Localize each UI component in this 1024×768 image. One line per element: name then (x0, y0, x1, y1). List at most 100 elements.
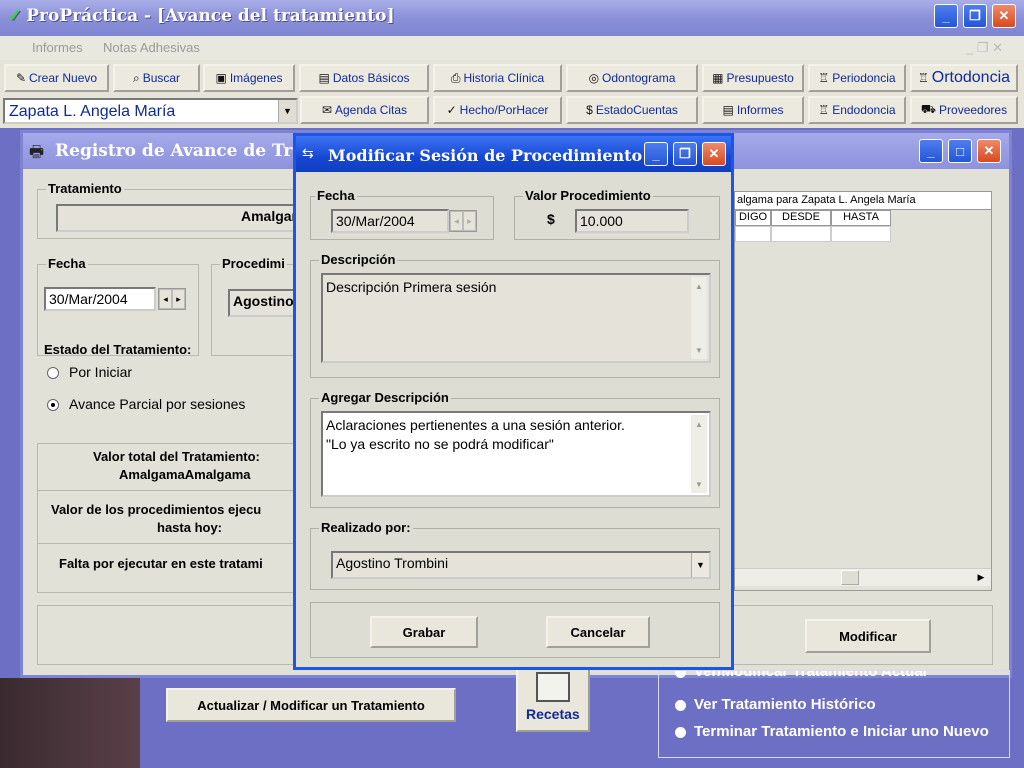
prescription-icon (536, 672, 570, 702)
crear-nuevo-button[interactable]: ✎ Crear Nuevo (4, 64, 109, 92)
procedimientos-grid: algama para Zapata L. Angela María DIGO … (734, 191, 992, 591)
radio-por-iniciar[interactable] (47, 367, 59, 379)
camera-icon: ▣ (215, 71, 227, 85)
close-button[interactable]: ✕ (992, 4, 1016, 28)
menu-informes[interactable]: Informes (32, 40, 83, 55)
binoculars-icon: ⌕ (132, 70, 140, 85)
historia-clinica-button[interactable]: ⎙ Historia Clínica (433, 64, 562, 92)
scroll-down-icon: ▼ (695, 479, 703, 489)
printer-icon: 🖶 (29, 144, 45, 161)
actions-group-left (37, 605, 315, 665)
dialog-valor-group: Valor Procedimiento $ 10.000 (514, 188, 720, 240)
informes-button[interactable]: ▤ Informes (702, 96, 804, 124)
checkmark-icon: ✓ (446, 103, 457, 117)
fecha-spinner[interactable]: ◂ ▸ (158, 288, 186, 310)
chevron-down-icon[interactable]: ▼ (278, 100, 296, 122)
grid-hscrollbar[interactable]: ▶ (735, 568, 991, 586)
dialog-realizado-group: Realizado por: Agostino Trombini ▼ (310, 520, 720, 590)
registro-close-button[interactable]: ✕ (977, 139, 1001, 163)
mdi-controls[interactable]: _ ❐ ✕ (966, 40, 1003, 56)
odontograma-button[interactable]: ◎ Odontograma (566, 64, 698, 92)
dialog-title: Modificar Sesión de Procedimiento (328, 146, 643, 165)
agregar-descripcion-textarea[interactable]: Aclaraciones pertienentes a una sesión a… (321, 411, 711, 497)
minimize-button[interactable]: _ (934, 4, 958, 28)
registro-minimize-button[interactable]: _ (919, 139, 943, 163)
printer-icon: ⎙ (450, 70, 461, 85)
agregar-scrollbar[interactable]: ▲ ▼ (691, 415, 707, 493)
descripcion-scrollbar[interactable]: ▲ ▼ (691, 277, 707, 359)
patient-name: Zapata L. Angela María (9, 103, 176, 120)
opt-terminar-tratamiento[interactable]: Terminar Tratamiento e Iniciar uno Nuevo (675, 723, 989, 740)
dialog-minimize-button[interactable]: _ (644, 142, 668, 166)
scroll-thumb[interactable] (841, 570, 859, 585)
tratamiento-label: Tratamiento (46, 181, 124, 196)
fecha-label: Fecha (46, 256, 88, 271)
dialog-restore-button[interactable]: ❐ (673, 142, 697, 166)
ortodoncia-button[interactable]: ♖ Ortodoncia (910, 64, 1018, 92)
card-icon: ▤ (318, 71, 330, 85)
procedimiento-group: Procedimi Agostino (211, 256, 308, 356)
modificar-button[interactable]: Modificar (805, 619, 931, 653)
registro-maximize-button[interactable]: □ (948, 139, 972, 163)
truck-icon: ⛟ (920, 102, 937, 116)
procedimiento-label: Procedimi (220, 256, 287, 271)
recetas-label: Recetas (526, 706, 580, 722)
valor-total-label: Valor total del Tratamiento: (93, 449, 260, 464)
radio-icon (675, 671, 686, 678)
radio-icon (675, 726, 686, 738)
dialog-close-button[interactable]: ✕ (702, 142, 726, 166)
dialog-descripcion-group: Descripción Descripción Primera sesión ▲… (310, 252, 720, 378)
por-iniciar-label: Por Iniciar (69, 364, 133, 380)
falta-ejecutar-label: Falta por ejecutar en este tratami (59, 556, 263, 571)
grid-title: algama para Zapata L. Angela María (735, 192, 991, 210)
agenda-citas-button[interactable]: ✉ Agenda Citas (300, 96, 429, 124)
radio-icon (675, 699, 686, 711)
dialog-fecha-spinner[interactable]: ◂ ▸ (449, 210, 477, 232)
buscar-button[interactable]: ⌕ Buscar (113, 64, 200, 92)
fecha-field[interactable]: 30/Mar/2004 (44, 287, 156, 311)
scroll-right-icon[interactable]: ▶ (973, 570, 989, 585)
periodoncia-button[interactable]: ♖ Periodoncia (808, 64, 906, 92)
estado-cuentas-button[interactable]: $ EstadoCuentas (566, 96, 698, 124)
dialog-valor-field: 10.000 (575, 209, 689, 233)
hasta-hoy-label: hasta hoy: (157, 520, 223, 535)
dialog-titlebar: ⇆ Modificar Sesión de Procedimiento _ ❐ … (296, 136, 731, 172)
dialog-descripcion-label: Descripción (319, 252, 398, 267)
background-photo (0, 678, 140, 768)
grid-header-codigo: DIGO (735, 210, 771, 226)
dialog-agregar-label: Agregar Descripción (319, 390, 451, 405)
endodoncia-button[interactable]: ♖ Endodoncia (808, 96, 906, 124)
presupuesto-button[interactable]: ▦ Presupuesto (702, 64, 804, 92)
realizado-por-select[interactable]: Agostino Trombini ▼ (331, 551, 711, 579)
restore-button[interactable]: ❐ (963, 4, 987, 28)
pen-icon: ✎ (15, 71, 27, 85)
cancelar-button[interactable]: Cancelar (546, 616, 650, 648)
datos-basicos-button[interactable]: ▤ Datos Básicos (299, 64, 429, 92)
calculator-icon: ▦ (712, 71, 724, 85)
chevron-down-icon[interactable]: ▼ (691, 553, 709, 577)
descripcion-textarea[interactable]: Descripción Primera sesión ▲ ▼ (321, 273, 711, 363)
tooth-icon: ♖ (818, 71, 830, 85)
app-title: ✓ ProPráctica - [Avance del tratamiento] (8, 6, 395, 26)
estado-label: Estado del Tratamiento: (44, 342, 192, 357)
patient-select[interactable]: Zapata L. Angela María ▼ (3, 98, 298, 124)
dialog-valor-label: Valor Procedimiento (523, 188, 653, 203)
dialog-fecha-field: 30/Mar/2004 (331, 209, 449, 233)
opt-ver-historico[interactable]: Ver Tratamiento Histórico (675, 696, 876, 713)
radio-avance-parcial[interactable] (47, 399, 59, 411)
avance-parcial-label: Avance Parcial por sesiones (69, 396, 246, 412)
main-titlebar: ✓ ProPráctica - [Avance del tratamiento] … (0, 0, 1024, 36)
grid-header-desde: DESDE (771, 210, 831, 226)
money-icon: $ (586, 103, 593, 117)
actualizar-tratamiento-button[interactable]: Actualizar / Modificar un Tratamiento (166, 688, 456, 722)
recetas-button[interactable]: Recetas (516, 668, 590, 732)
hecho-por-hacer-button[interactable]: ✓ Hecho/PorHacer (433, 96, 562, 124)
imagenes-button[interactable]: ▣ Imágenes (203, 64, 295, 92)
dialog-realizado-label: Realizado por: (319, 520, 413, 535)
opt-ver-modificar[interactable]: Ver/Modificar Tratamiento Actual (675, 671, 927, 680)
dialog-agregar-group: Agregar Descripción Aclaraciones pertien… (310, 390, 720, 508)
menu-notas-adhesivas[interactable]: Notas Adhesivas (103, 40, 200, 55)
proveedores-button[interactable]: ⛟ Proveedores (910, 96, 1018, 124)
grabar-button[interactable]: Grabar (370, 616, 478, 648)
scroll-down-icon: ▼ (695, 345, 703, 355)
